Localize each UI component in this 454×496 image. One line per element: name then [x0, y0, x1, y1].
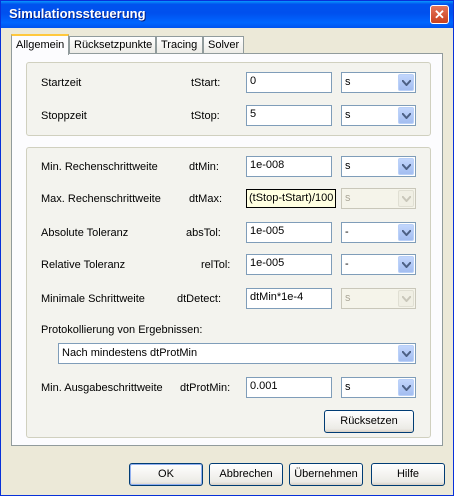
abstol-unit-value: - — [345, 226, 349, 238]
dtdetect-unit-value: s — [345, 292, 351, 304]
dtmax-value-tooltip: (tStop-tStart)/100 — [246, 189, 337, 208]
dtmin-input[interactable]: 1e-008 — [246, 156, 332, 177]
tstop-param-label: tStop: — [191, 110, 220, 122]
apply-button[interactable]: Übernehmen — [289, 463, 363, 486]
dtprotmin-unit-select[interactable]: s — [341, 377, 416, 398]
cancel-button[interactable]: Abbrechen — [209, 463, 283, 486]
reltol-label: Relative Toleranz — [41, 259, 126, 271]
title-bar[interactable]: Simulationssteuerung ✕ — [1, 1, 453, 28]
help-button[interactable]: Hilfe — [371, 463, 445, 486]
dtprotmin-input[interactable]: 0.001 — [246, 377, 332, 398]
abstol-unit-select[interactable]: - — [341, 222, 416, 243]
chevron-down-icon[interactable] — [398, 74, 414, 91]
chevron-down-icon[interactable] — [398, 345, 414, 362]
abstol-label: Absolute Toleranz — [41, 227, 129, 239]
dtdetect-unit-select: s — [341, 288, 416, 309]
chevron-down-icon[interactable] — [398, 107, 414, 124]
chevron-down-icon — [398, 290, 414, 307]
close-icon: ✕ — [434, 7, 445, 22]
dtmin-param-label: dtMin: — [189, 161, 219, 173]
abstol-input[interactable]: 1e-005 — [246, 222, 332, 243]
dtmax-unit-value: s — [345, 192, 351, 204]
dtdetect-input[interactable]: dtMin*1e-4 — [246, 288, 332, 309]
tab-ruecksetzpunkte[interactable]: Rücksetzpunkte — [69, 36, 156, 53]
reltol-param-label: relTol: — [201, 259, 231, 271]
start-time-label: Startzeit — [41, 77, 82, 89]
tab-panel-allgemein: Startzeit tStart: 0 s Stoppzeit tStop: 5… — [11, 53, 443, 446]
dtprotmin-label: Min. Ausgabeschrittweite — [41, 382, 163, 394]
tstop-input[interactable]: 5 — [246, 105, 332, 126]
chevron-down-icon[interactable] — [398, 379, 414, 396]
dtmin-unit-value: s — [345, 160, 351, 172]
dtdetect-label: Minimale Schrittweite — [41, 293, 145, 305]
tab-solver[interactable]: Solver — [203, 36, 244, 53]
protocol-label: Protokollierung von Ergebnissen: — [41, 324, 203, 336]
reltol-unit-value: - — [345, 258, 349, 270]
dtmax-unit-select: s — [341, 188, 416, 209]
window-title: Simulationssteuerung — [9, 6, 146, 21]
tab-allgemein[interactable]: Allgemein — [11, 34, 69, 55]
tstart-param-label: tStart: — [191, 77, 221, 89]
tstart-unit-value: s — [345, 76, 351, 88]
dtprotmin-param-label: dtProtMin: — [180, 382, 231, 394]
abstol-param-label: absTol: — [186, 227, 221, 239]
reset-button[interactable]: Rücksetzen — [324, 410, 414, 433]
dtmin-unit-select[interactable]: s — [341, 156, 416, 177]
ok-button[interactable]: OK — [129, 463, 203, 486]
chevron-down-icon[interactable] — [398, 224, 414, 241]
tab-tracing[interactable]: Tracing — [156, 36, 203, 53]
chevron-down-icon — [398, 190, 414, 207]
protocol-value: Nach mindestens dtProtMin — [62, 347, 198, 359]
tstop-unit-select[interactable]: s — [341, 105, 416, 126]
stop-time-label: Stoppzeit — [41, 110, 87, 122]
tstart-input[interactable]: 0 — [246, 72, 332, 93]
close-button[interactable]: ✕ — [430, 5, 449, 24]
tstart-unit-select[interactable]: s — [341, 72, 416, 93]
reltol-input[interactable]: 1e-005 — [246, 254, 332, 275]
dtprotmin-unit-value: s — [345, 381, 351, 393]
chevron-down-icon[interactable] — [398, 158, 414, 175]
dtmax-param-label: dtMax: — [189, 193, 223, 205]
dialog-window: Simulationssteuerung ✕ Allgemein Rückset… — [0, 0, 454, 496]
dtmax-label: Max. Rechenschrittweite — [41, 193, 161, 205]
dtmin-label: Min. Rechenschrittweite — [41, 161, 158, 173]
protocol-select[interactable]: Nach mindestens dtProtMin — [58, 343, 416, 364]
reltol-unit-select[interactable]: - — [341, 254, 416, 275]
dtdetect-param-label: dtDetect: — [177, 293, 222, 305]
chevron-down-icon[interactable] — [398, 256, 414, 273]
tstop-unit-value: s — [345, 109, 351, 121]
time-group: Startzeit tStart: 0 s Stoppzeit tStop: 5… — [26, 62, 431, 136]
solver-group: Min. Rechenschrittweite dtMin: 1e-008 s … — [26, 147, 431, 438]
